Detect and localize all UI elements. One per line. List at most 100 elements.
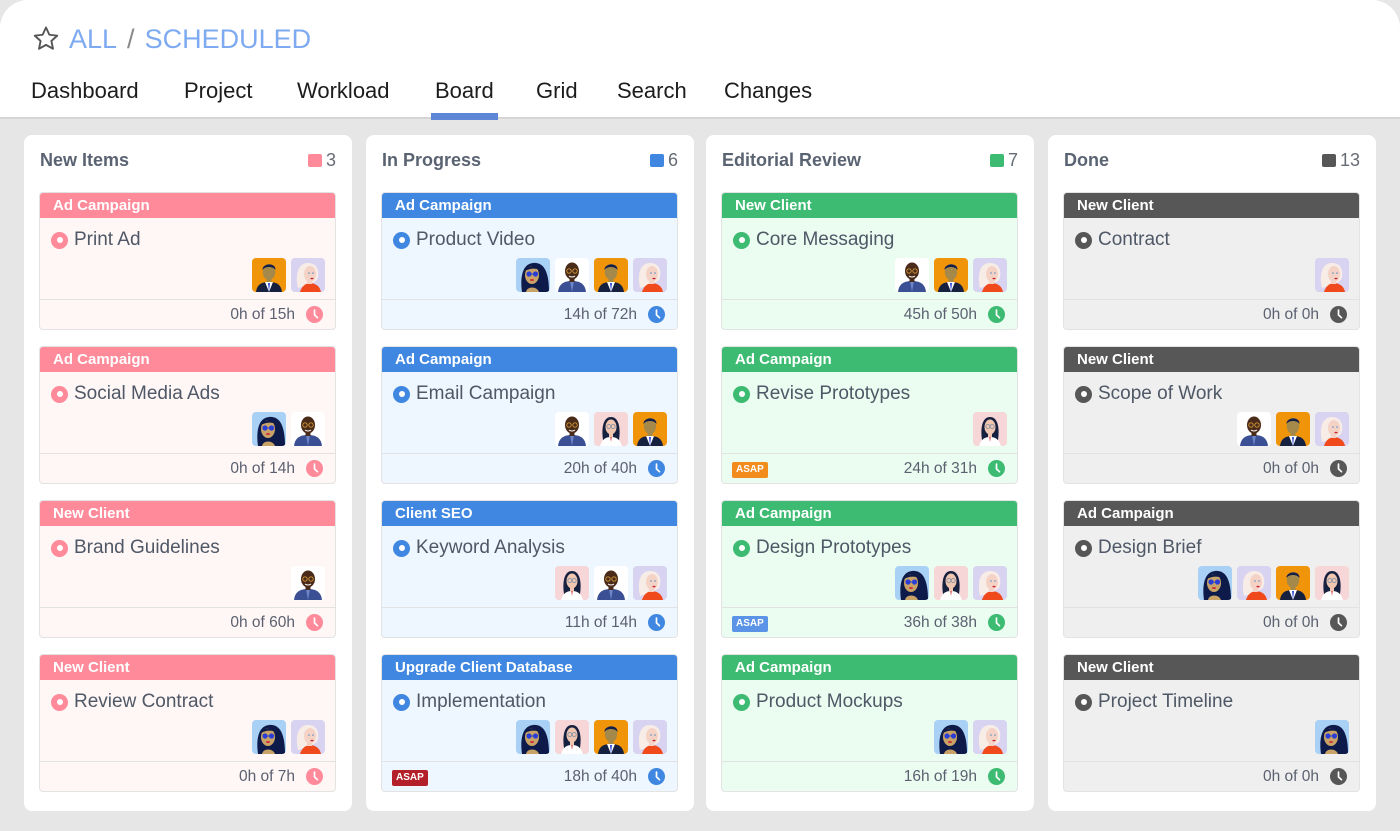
hours-progress: 14h of 72h — [563, 306, 637, 323]
avatar[interactable] — [594, 412, 628, 446]
card-category-tag: Ad Campaign — [40, 347, 335, 372]
avatar[interactable] — [291, 412, 325, 446]
tab-search[interactable]: Search — [617, 72, 687, 119]
star-outline-icon[interactable] — [31, 24, 61, 54]
card-footer: 14h of 72h — [382, 299, 677, 329]
task-card[interactable]: Ad Campaign Design Prototypes ASAP 36h of 3… — [721, 500, 1018, 638]
column-header: Editorial Review 7 — [722, 148, 1018, 172]
card-category-tag: Ad Campaign — [40, 193, 335, 218]
avatar[interactable] — [252, 258, 286, 292]
task-card[interactable]: Ad Campaign Email Campaign 20h of 40h — [381, 346, 678, 484]
column-count: 6 — [649, 149, 678, 171]
avatar[interactable] — [555, 258, 589, 292]
task-card[interactable]: Ad Campaign Revise Prototypes ASAP 24h of 3… — [721, 346, 1018, 484]
avatar[interactable] — [291, 566, 325, 600]
task-card[interactable]: Ad Campaign Product Video 14h of 72h — [381, 192, 678, 330]
avatar[interactable] — [1315, 720, 1349, 754]
column-count: 3 — [307, 150, 336, 171]
avatar[interactable] — [555, 412, 589, 446]
avatar[interactable] — [1315, 566, 1349, 600]
card-footer: 16h of 19h — [722, 761, 1017, 791]
column-done: Done 13 New Client Contract 0h of 0h New Clie… — [1048, 135, 1376, 811]
breadcrumb-all[interactable]: ALL — [69, 24, 117, 55]
avatar[interactable] — [1237, 412, 1271, 446]
status-dot-icon — [51, 693, 68, 711]
column-header: New Items 3 — [40, 148, 336, 172]
task-card[interactable]: Client SEO Keyword Analysis 11h of 14h — [381, 500, 678, 638]
hours-progress: 0h of 14h — [230, 460, 295, 477]
avatar[interactable] — [291, 258, 325, 292]
card-category-tag: Ad Campaign — [382, 193, 677, 218]
task-card[interactable]: New Client Scope of Work 0h of 0h — [1063, 346, 1360, 484]
avatar[interactable] — [633, 258, 667, 292]
breadcrumb: ALL / SCHEDULED — [31, 22, 311, 56]
avatar[interactable] — [291, 720, 325, 754]
card-footer: 0h of 15h — [40, 299, 335, 329]
avatar[interactable] — [973, 720, 1007, 754]
avatar[interactable] — [1315, 412, 1349, 446]
avatar[interactable] — [594, 720, 628, 754]
avatar[interactable] — [1276, 566, 1310, 600]
status-color-swatch-icon — [649, 153, 664, 167]
clock-icon — [988, 460, 1005, 477]
task-card[interactable]: New Client Core Messaging 45h of 50h — [721, 192, 1018, 330]
avatar[interactable] — [973, 566, 1007, 600]
avatar[interactable] — [594, 566, 628, 600]
avatar[interactable] — [895, 258, 929, 292]
assignee-avatars — [252, 258, 325, 292]
avatar[interactable] — [973, 258, 1007, 292]
avatar[interactable] — [1276, 412, 1310, 446]
breadcrumb-scheduled[interactable]: SCHEDULED — [145, 24, 312, 55]
hours-progress: 0h of 0h — [1262, 460, 1319, 477]
task-card[interactable]: New Client Contract 0h of 0h — [1063, 192, 1360, 330]
task-card[interactable]: New Client Review Contract 0h of 7h — [39, 654, 336, 792]
avatar[interactable] — [633, 566, 667, 600]
avatar[interactable] — [252, 720, 286, 754]
hours-progress: 0h of 60h — [230, 614, 295, 631]
column-count-value: 13 — [1339, 149, 1360, 170]
status-color-swatch-icon — [1321, 153, 1336, 167]
tab-project[interactable]: Project — [184, 72, 252, 119]
avatar[interactable] — [555, 566, 589, 600]
avatar[interactable] — [516, 258, 550, 292]
column-title: Editorial Review — [722, 149, 862, 170]
assignee-avatars — [252, 412, 325, 446]
hours-progress: 0h of 7h — [238, 768, 295, 785]
tab-grid[interactable]: Grid — [536, 72, 578, 119]
tab-dashboard[interactable]: Dashboard — [31, 72, 139, 119]
avatar[interactable] — [973, 412, 1007, 446]
avatar[interactable] — [633, 720, 667, 754]
task-card[interactable]: Ad Campaign Social Media Ads 0h of 14h — [39, 346, 336, 484]
task-card[interactable]: New Client Project Timeline 0h of 0h — [1063, 654, 1360, 792]
clock-icon — [648, 306, 665, 323]
clock-icon — [1330, 768, 1347, 785]
card-title-row: Brand Guidelines — [51, 537, 220, 559]
avatar[interactable] — [934, 566, 968, 600]
avatar[interactable] — [555, 720, 589, 754]
tab-board[interactable]: Board — [431, 72, 498, 120]
hours-progress: 11h of 14h — [564, 614, 637, 631]
avatar[interactable] — [252, 412, 286, 446]
card-title-row: Contract — [1075, 229, 1170, 251]
task-card[interactable]: New Client Brand Guidelines 0h of 60h — [39, 500, 336, 638]
avatar[interactable] — [934, 720, 968, 754]
column-header: Done 13 — [1064, 148, 1360, 172]
avatar[interactable] — [934, 258, 968, 292]
column-count-value: 6 — [667, 149, 678, 170]
assignee-avatars — [555, 566, 667, 600]
avatar[interactable] — [895, 566, 929, 600]
task-card[interactable]: Ad Campaign Design Brief 0h of 0h — [1063, 500, 1360, 638]
avatar[interactable] — [1315, 258, 1349, 292]
avatar[interactable] — [633, 412, 667, 446]
task-card[interactable]: Ad Campaign Print Ad 0h of 15h — [39, 192, 336, 330]
column-count: 7 — [989, 150, 1018, 171]
task-card[interactable]: Upgrade Client Database Implementation ASA… — [381, 654, 678, 792]
task-card[interactable]: Ad Campaign Product Mockups 16h of 19h — [721, 654, 1018, 792]
tab-changes[interactable]: Changes — [724, 72, 812, 119]
avatar[interactable] — [1237, 566, 1271, 600]
avatar[interactable] — [594, 258, 628, 292]
tab-workload[interactable]: Workload — [297, 72, 390, 119]
card-category-tag: Ad Campaign — [382, 347, 677, 372]
avatar[interactable] — [1198, 566, 1232, 600]
avatar[interactable] — [516, 720, 550, 754]
